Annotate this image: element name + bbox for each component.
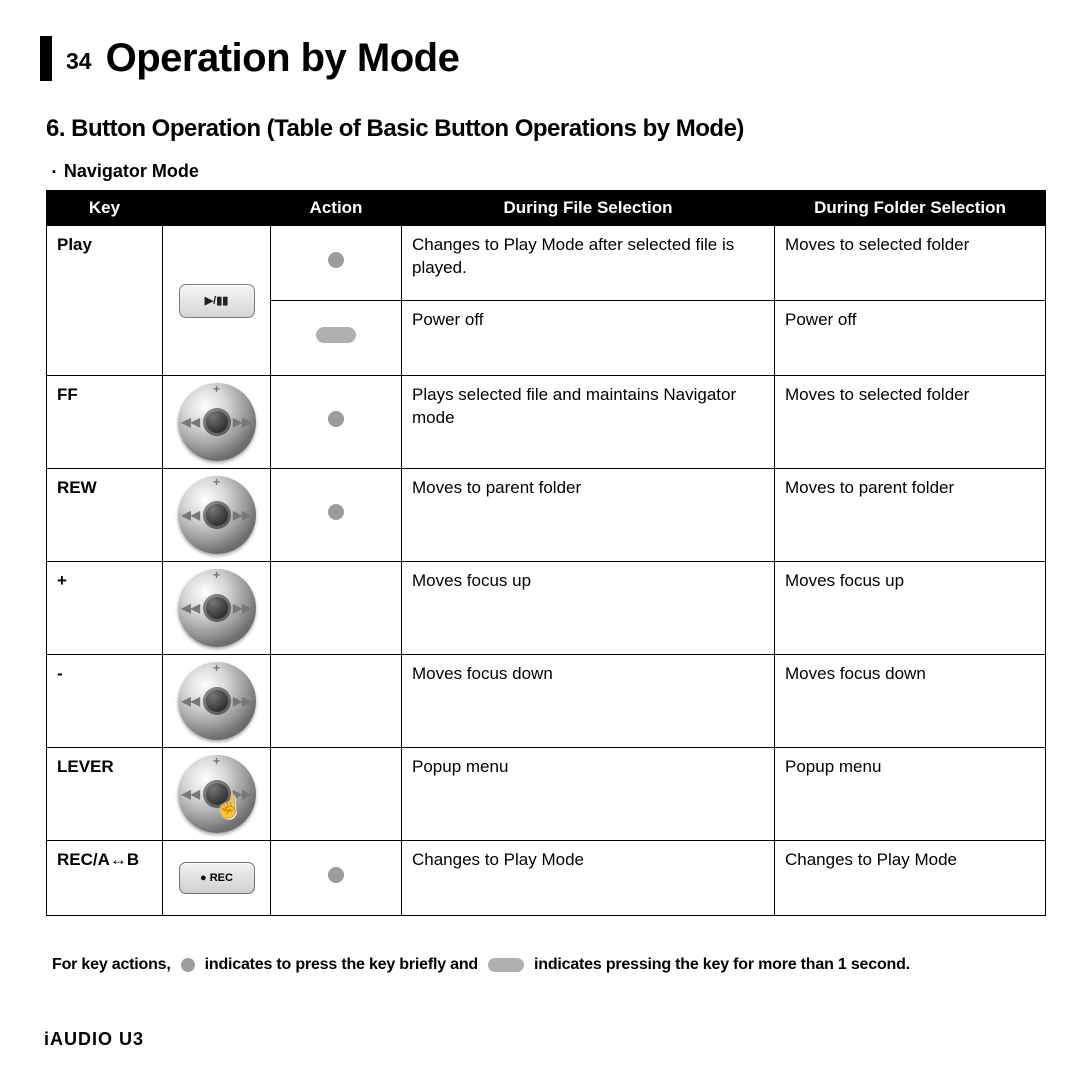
- cell-file: Plays selected file and maintains Naviga…: [402, 376, 775, 469]
- jog-dial-icon: +−◀◀▶▶: [178, 569, 256, 647]
- short-press-icon: [328, 504, 344, 520]
- cell-action: [271, 655, 402, 748]
- short-press-icon: [328, 867, 344, 883]
- cell-action: [271, 376, 402, 469]
- cell-folder: Moves to selected folder: [775, 376, 1046, 469]
- footer-model: iAUDIO U3: [44, 1029, 144, 1050]
- cell-action: [271, 301, 402, 376]
- cell-icon: ● REC: [163, 841, 271, 916]
- short-press-icon: [328, 252, 344, 268]
- jog-dial-icon: +−◀◀▶▶☝: [178, 755, 256, 833]
- th-icon: [163, 191, 271, 226]
- table-row: LEVER+−◀◀▶▶☝ Popup menuPopup menu: [47, 748, 1046, 841]
- button-operation-table: Key Action During File Selection During …: [46, 190, 1046, 916]
- manual-page: 34 Operation by Mode 6. Button Operation…: [0, 0, 1080, 1080]
- cell-file: Moves to parent folder: [402, 469, 775, 562]
- table-row: Play▶/▮▮Changes to Play Mode after selec…: [47, 226, 1046, 301]
- page-header: 34 Operation by Mode: [40, 36, 1040, 81]
- long-press-icon: [488, 958, 524, 972]
- table-row: REC/A↔B ● REC Changes to Play ModeChanges …: [47, 841, 1046, 916]
- subsection-title: Navigator Mode: [52, 161, 1040, 182]
- cell-file: Popup menu: [402, 748, 775, 841]
- cell-action: [271, 562, 402, 655]
- cell-folder: Popup menu: [775, 748, 1046, 841]
- jog-dial-icon: +−◀◀▶▶: [178, 383, 256, 461]
- rec-button-icon: ● REC: [179, 862, 255, 894]
- action-legend: For key actions, indicates to press the …: [52, 956, 1040, 974]
- jog-dial-icon: +−◀◀▶▶: [178, 476, 256, 554]
- short-press-icon: [181, 958, 195, 972]
- cell-key: Play: [47, 226, 163, 376]
- th-key: Key: [47, 191, 163, 226]
- cell-key: LEVER: [47, 748, 163, 841]
- cell-folder: Power off: [775, 301, 1046, 376]
- jog-dial-icon: +−◀◀▶▶: [178, 662, 256, 740]
- long-press-icon: [316, 327, 356, 343]
- cell-folder: Moves focus up: [775, 562, 1046, 655]
- cell-file: Changes to Play Mode after selected file…: [402, 226, 775, 301]
- th-folder: During Folder Selection: [775, 191, 1046, 226]
- cell-folder: Moves to selected folder: [775, 226, 1046, 301]
- cell-file: Moves focus up: [402, 562, 775, 655]
- page-number: 34: [66, 48, 92, 75]
- cell-file: Changes to Play Mode: [402, 841, 775, 916]
- play-button-icon: ▶/▮▮: [179, 284, 255, 318]
- cell-action: [271, 748, 402, 841]
- cell-key: REW: [47, 469, 163, 562]
- table-row: FF+−◀◀▶▶ Plays selected file and maintain…: [47, 376, 1046, 469]
- th-action: Action: [271, 191, 402, 226]
- cell-icon: +−◀◀▶▶: [163, 376, 271, 469]
- cell-icon: +−◀◀▶▶: [163, 655, 271, 748]
- cell-icon: ▶/▮▮: [163, 226, 271, 376]
- section-title: 6. Button Operation (Table of Basic Butt…: [46, 115, 1040, 143]
- cell-key: -: [47, 655, 163, 748]
- cell-folder: Moves focus down: [775, 655, 1046, 748]
- legend-short: indicates to press the key briefly and: [205, 956, 478, 974]
- cell-icon: +−◀◀▶▶: [163, 562, 271, 655]
- legend-long: indicates pressing the key for more than…: [534, 956, 910, 974]
- cell-icon: +−◀◀▶▶☝: [163, 748, 271, 841]
- th-file: During File Selection: [402, 191, 775, 226]
- legend-prefix: For key actions,: [52, 956, 171, 974]
- cell-key: +: [47, 562, 163, 655]
- cell-file: Power off: [402, 301, 775, 376]
- page-title: Operation by Mode: [106, 36, 460, 81]
- table-row: REW+−◀◀▶▶ Moves to parent folderMoves to …: [47, 469, 1046, 562]
- press-pointer-icon: ☝: [215, 792, 242, 822]
- cell-folder: Changes to Play Mode: [775, 841, 1046, 916]
- short-press-icon: [328, 411, 344, 427]
- cell-action: [271, 226, 402, 301]
- table-row: -+−◀◀▶▶ Moves focus downMoves focus down: [47, 655, 1046, 748]
- table-row: ++−◀◀▶▶ Moves focus upMoves focus up: [47, 562, 1046, 655]
- cell-action: [271, 841, 402, 916]
- cell-key: FF: [47, 376, 163, 469]
- cell-action: [271, 469, 402, 562]
- cell-key: REC/A↔B: [47, 841, 163, 916]
- cell-icon: +−◀◀▶▶: [163, 469, 271, 562]
- cell-file: Moves focus down: [402, 655, 775, 748]
- cell-folder: Moves to parent folder: [775, 469, 1046, 562]
